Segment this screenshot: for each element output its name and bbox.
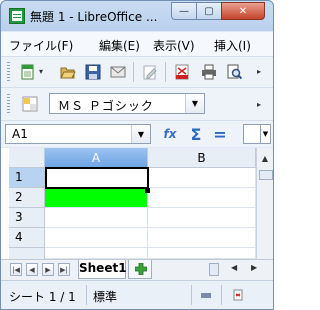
vertical-scrollbar[interactable]: ▲	[256, 148, 273, 259]
equals-icon[interactable]: =	[211, 124, 229, 144]
minimize-button[interactable]: —	[171, 2, 197, 20]
toolbar-overflow-arrow[interactable]: ▸	[257, 67, 261, 76]
font-name-value: ＭＳ Ｐゴシック	[58, 99, 154, 113]
sum-label: Σ	[190, 124, 202, 144]
sum-icon[interactable]: Σ	[187, 124, 205, 144]
chevron-down-icon[interactable]: ▼	[185, 94, 204, 113]
export-pdf-icon[interactable]	[173, 63, 191, 81]
title-bar[interactable]: 無題 1 - LibreOffice ... — ▢ ✕	[1, 1, 273, 31]
document-modified-icon[interactable]	[229, 286, 247, 304]
status-bar: シート 1 / 1 標準	[1, 280, 273, 309]
cell-b2[interactable]	[148, 188, 256, 208]
menu-bar: ファイル(F) 編集(E) 表示(V) 挿入(I)	[1, 32, 273, 57]
cell-a5[interactable]	[45, 248, 148, 259]
fill-handle[interactable]	[145, 188, 150, 193]
status-divider	[191, 285, 192, 305]
cell-b3[interactable]	[148, 208, 256, 228]
formula-input[interactable]	[243, 124, 261, 144]
column-header-a[interactable]: A	[45, 148, 148, 168]
standard-toolbar: ▾ ▸	[1, 57, 273, 88]
cell-reference: A1	[12, 127, 28, 141]
new-icon[interactable]	[19, 63, 37, 81]
open-icon[interactable]	[59, 63, 77, 81]
name-box[interactable]: A1 ▼	[5, 124, 151, 144]
calc-app-icon	[9, 8, 25, 24]
cell-a4[interactable]	[45, 228, 148, 248]
toolbar-overflow-arrow[interactable]: ▸	[257, 100, 261, 109]
plus-icon	[135, 263, 147, 275]
cell-b4[interactable]	[148, 228, 256, 248]
menu-edit[interactable]: 編集(E)	[99, 37, 140, 54]
toolbar-separator	[165, 62, 166, 82]
maximize-button[interactable]: ▢	[196, 2, 222, 20]
toolbar-separator	[133, 62, 134, 82]
email-icon[interactable]	[109, 63, 127, 81]
print-icon[interactable]	[200, 63, 218, 81]
scroll-up-icon[interactable]: ▲	[257, 150, 273, 166]
new-dropdown-arrow[interactable]: ▾	[39, 67, 43, 76]
scroll-left-icon[interactable]: ◀	[231, 263, 237, 272]
menu-file[interactable]: ファイル(F)	[9, 37, 73, 54]
first-sheet-icon[interactable]: |◀	[10, 263, 22, 276]
chevron-down-icon[interactable]: ▼	[131, 125, 150, 143]
menu-insert[interactable]: 挿入(I)	[214, 37, 251, 54]
app-window: 無題 1 - LibreOffice ... — ▢ ✕ ファイル(F) 編集(…	[0, 0, 274, 310]
previous-sheet-icon[interactable]: ◀	[26, 263, 38, 276]
last-sheet-icon[interactable]: ▶|	[58, 263, 70, 276]
styles-icon[interactable]	[21, 95, 39, 113]
menu-view[interactable]: 表示(V)	[153, 37, 195, 54]
print-preview-icon[interactable]	[225, 63, 243, 81]
cell-a3[interactable]	[45, 208, 148, 228]
horizontal-scroll-thumb[interactable]	[209, 263, 219, 276]
toolbar-grip[interactable]	[7, 94, 10, 114]
close-button[interactable]: ✕	[221, 2, 265, 20]
status-divider	[221, 285, 222, 305]
row-header-partial[interactable]	[9, 248, 45, 259]
spreadsheet-grid: A B 1 2 3 4 ▲	[1, 148, 273, 259]
formula-bar: A1 ▼ fx Σ = ▼	[1, 121, 273, 147]
cell-a1[interactable]	[45, 167, 149, 189]
toolbar-grip[interactable]	[7, 62, 10, 82]
scroll-thumb[interactable]	[259, 170, 273, 180]
row-header-4[interactable]: 4	[9, 228, 45, 248]
row-header-3[interactable]: 3	[9, 208, 45, 228]
cell-b1[interactable]	[148, 168, 256, 188]
next-sheet-icon[interactable]: ▶	[42, 263, 54, 276]
sheet-tab-bar: |◀ ◀ ▶ ▶| Sheet1 ◀ ▶	[1, 259, 273, 280]
column-header-b[interactable]: B	[148, 148, 256, 168]
sheet-info: シート 1 / 1	[9, 290, 76, 304]
add-sheet-button[interactable]	[128, 260, 152, 279]
cell-a2[interactable]	[45, 188, 148, 208]
status-divider	[86, 285, 87, 305]
edit-mode-icon[interactable]	[141, 63, 159, 81]
scroll-right-icon[interactable]: ▶	[251, 263, 257, 272]
sheet-tab[interactable]: Sheet1	[78, 260, 127, 279]
horizontal-scrollbar[interactable]: ◀ ▶	[209, 263, 273, 277]
function-wizard-icon[interactable]: fx	[161, 125, 179, 143]
window-title: 無題 1 - LibreOffice ...	[30, 10, 158, 24]
row-header-2[interactable]: 2	[9, 188, 45, 208]
save-icon[interactable]	[84, 63, 102, 81]
expand-formula-icon[interactable]: ▼	[261, 124, 271, 144]
function-wizard-label: fx	[163, 127, 177, 141]
select-all-corner[interactable]	[9, 148, 45, 168]
page-style[interactable]: 標準	[93, 288, 117, 305]
formatting-toolbar: ＭＳ Ｐゴシック ▼ ▸	[1, 88, 273, 121]
font-name-combobox[interactable]: ＭＳ Ｐゴシック ▼	[49, 93, 205, 114]
row-header-1[interactable]: 1	[9, 168, 45, 188]
selection-mode-icon[interactable]	[197, 286, 215, 304]
equals-label: =	[213, 124, 227, 144]
cell-b5[interactable]	[148, 248, 256, 259]
